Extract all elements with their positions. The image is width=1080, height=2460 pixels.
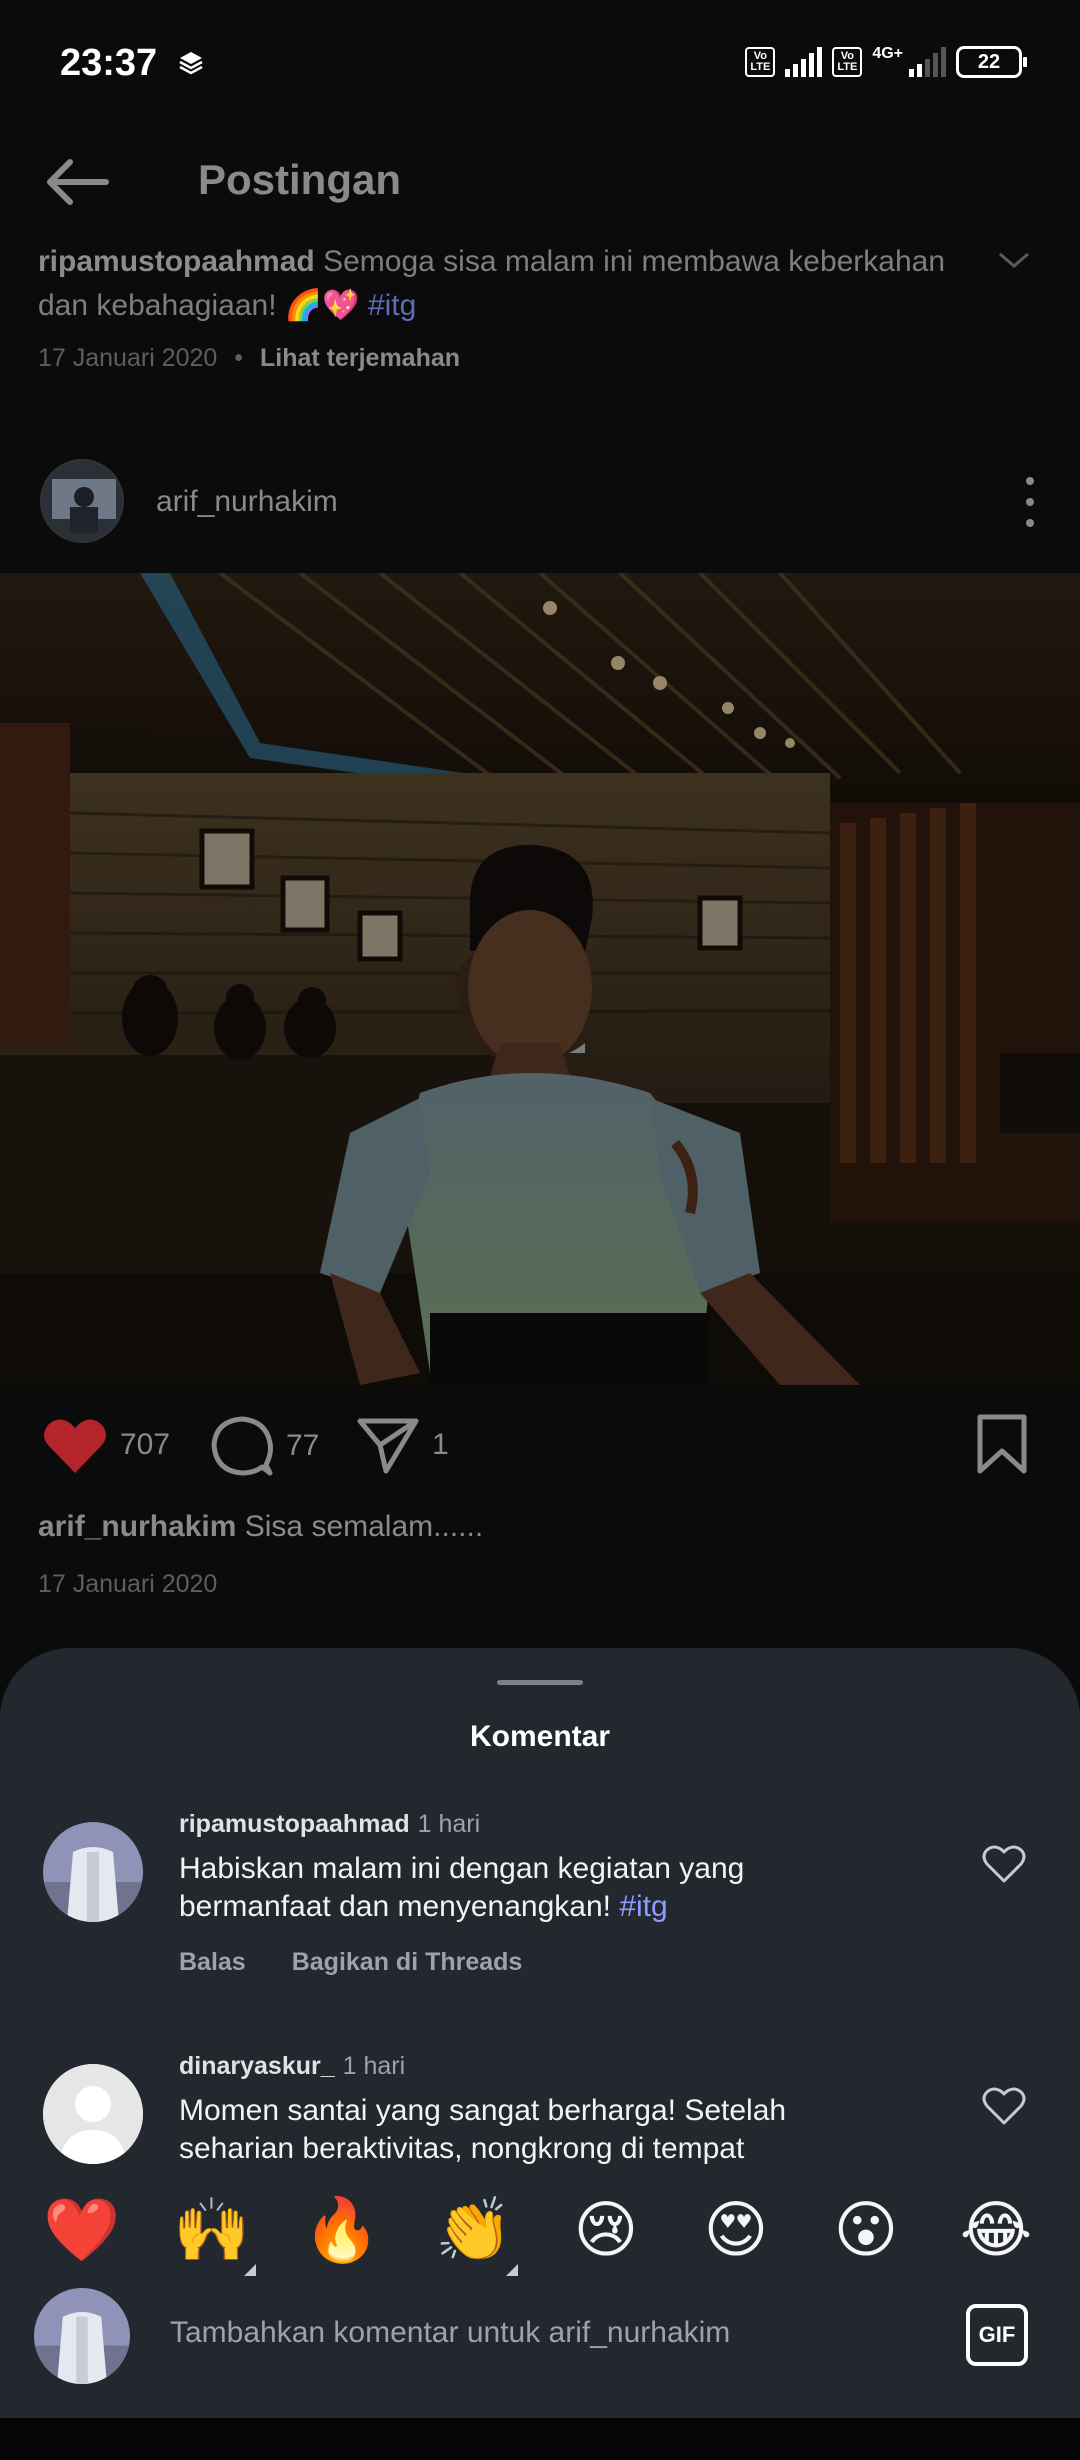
emoji-heart-button[interactable]: ❤️ bbox=[42, 2190, 122, 2270]
post-photo[interactable] bbox=[0, 573, 1080, 1385]
avatar-image bbox=[43, 1822, 143, 1922]
sheet-drag-handle[interactable] bbox=[497, 1680, 583, 1685]
commenter-avatar[interactable] bbox=[43, 2064, 143, 2164]
share-to-threads-button[interactable]: Bagikan di Threads bbox=[292, 1948, 523, 1976]
share-count: 1 bbox=[432, 1428, 449, 1461]
more-options-icon[interactable] bbox=[1020, 477, 1040, 527]
like-action[interactable]: 707 bbox=[42, 1415, 170, 1475]
chevron-down-icon[interactable] bbox=[996, 248, 1032, 272]
top-bar: Postingan bbox=[0, 130, 1080, 240]
comment-meta: dinaryaskur_ 1 hari bbox=[179, 2052, 405, 2081]
reply-button[interactable]: Balas bbox=[179, 1948, 246, 1976]
comment-input[interactable] bbox=[170, 2316, 870, 2350]
commenter-avatar[interactable] bbox=[43, 1822, 143, 1922]
volte-icon-2: Vo LTE bbox=[832, 47, 863, 77]
avatar-image bbox=[42, 461, 122, 541]
previous-post-username[interactable]: ripamustopaahmad bbox=[38, 245, 315, 278]
caption-text: Sisa semalam...... bbox=[244, 1510, 484, 1543]
current-user-avatar bbox=[34, 2288, 130, 2384]
volte-icon: Vo LTE bbox=[745, 47, 776, 77]
post-author-avatar[interactable] bbox=[40, 459, 124, 543]
network-type: 4G+ bbox=[872, 45, 903, 62]
status-bar: 23:37 Vo LTE Vo LTE 4G+ 22 bbox=[0, 0, 1080, 130]
send-icon[interactable] bbox=[356, 1415, 420, 1475]
post-author-username[interactable]: arif_nurhakim bbox=[156, 485, 338, 519]
emoji-clap-button[interactable]: 👏 bbox=[434, 2190, 518, 2276]
comment-hashtag[interactable]: #itg bbox=[619, 1890, 667, 1923]
emoji-reaction-bar: ❤️ 🙌 🔥 👏 😢 😍 😮 😂 bbox=[0, 2178, 1080, 2278]
post-caption: arif_nurhakim Sisa semalam...... bbox=[38, 1510, 483, 1544]
cafe-photo-image bbox=[0, 573, 1080, 1385]
emoji-laughing-button[interactable]: 😂 bbox=[956, 2190, 1036, 2270]
emoji-raised-hands-button[interactable]: 🙌 bbox=[172, 2190, 256, 2276]
emoji-glyph: 🙌 bbox=[173, 2193, 251, 2266]
system-nav-bar bbox=[0, 2418, 1080, 2460]
previous-post-caption: ripamustopaahmad Semoga sisa malam ini m… bbox=[38, 240, 998, 328]
heart-filled-icon[interactable] bbox=[42, 1415, 108, 1475]
share-action[interactable]: 1 bbox=[356, 1415, 449, 1475]
battery-icon: 22 bbox=[956, 46, 1027, 78]
comment-action[interactable]: 77 bbox=[210, 1415, 319, 1477]
signal-icon bbox=[785, 47, 823, 77]
back-arrow-icon[interactable] bbox=[40, 152, 120, 212]
post-actions: 707 77 1 bbox=[0, 1405, 1080, 1485]
bookmark-icon[interactable] bbox=[976, 1413, 1028, 1475]
comment-username[interactable]: dinaryaskur_ bbox=[179, 2052, 335, 2080]
comment-composer: GIF bbox=[0, 2278, 1080, 2418]
variant-indicator bbox=[244, 2264, 256, 2276]
post-header: arif_nurhakim bbox=[0, 455, 1080, 545]
comment-item: dinaryaskur_ 1 hari Momen santai yang san… bbox=[0, 2052, 1080, 2172]
signal-icon-2 bbox=[909, 47, 946, 77]
comment-text: Momen santai yang sangat berharga! Setel… bbox=[179, 2094, 787, 2172]
comment-actions: Balas Bagikan di Threads bbox=[179, 1948, 522, 1977]
comment-time: 1 hari bbox=[417, 1810, 481, 1838]
previous-post-meta: 17 Januari 2020 • Lihat terjemahan bbox=[38, 344, 461, 372]
emoji-surprised-button[interactable]: 😮 bbox=[826, 2190, 906, 2270]
comment-count: 77 bbox=[286, 1429, 320, 1462]
heart-outline-icon[interactable] bbox=[982, 1844, 1026, 1884]
previous-post-date: 17 Januari 2020 bbox=[38, 344, 218, 372]
stack-icon bbox=[179, 52, 203, 75]
caption-username[interactable]: arif_nurhakim bbox=[38, 1510, 236, 1543]
variant-indicator bbox=[506, 2264, 518, 2276]
like-count: 707 bbox=[120, 1428, 171, 1461]
see-translation-link[interactable]: Lihat terjemahan bbox=[260, 344, 460, 372]
sheet-title: Komentar bbox=[469, 1720, 611, 1753]
heart-outline-icon[interactable] bbox=[982, 2086, 1026, 2126]
post-date: 17 Januari 2020 bbox=[38, 1570, 218, 1598]
battery-level: 22 bbox=[977, 51, 1001, 73]
previous-post-hashtag[interactable]: #itg bbox=[368, 289, 416, 322]
default-avatar-icon bbox=[43, 2064, 143, 2164]
gif-button[interactable]: GIF bbox=[966, 2304, 1028, 2366]
page-title: Postingan bbox=[198, 156, 402, 203]
emoji-glyph: 👏 bbox=[435, 2193, 513, 2266]
emoji-fire-button[interactable]: 🔥 bbox=[302, 2190, 382, 2270]
comment-username[interactable]: ripamustopaahmad bbox=[179, 1810, 410, 1838]
comment-meta: ripamustopaahmad 1 hari bbox=[179, 1810, 480, 1839]
comment-time: 1 hari bbox=[342, 2052, 406, 2080]
emoji-crying-button[interactable]: 😢 bbox=[566, 2190, 646, 2270]
emoji-heart-eyes-button[interactable]: 😍 bbox=[696, 2190, 776, 2270]
status-time: 23:37 bbox=[60, 42, 158, 84]
avatar-image bbox=[34, 2288, 130, 2384]
comment-text: Habiskan malam ini dengan kegiatan yang … bbox=[179, 1850, 799, 1926]
comment-bubble-icon[interactable] bbox=[210, 1415, 274, 1477]
